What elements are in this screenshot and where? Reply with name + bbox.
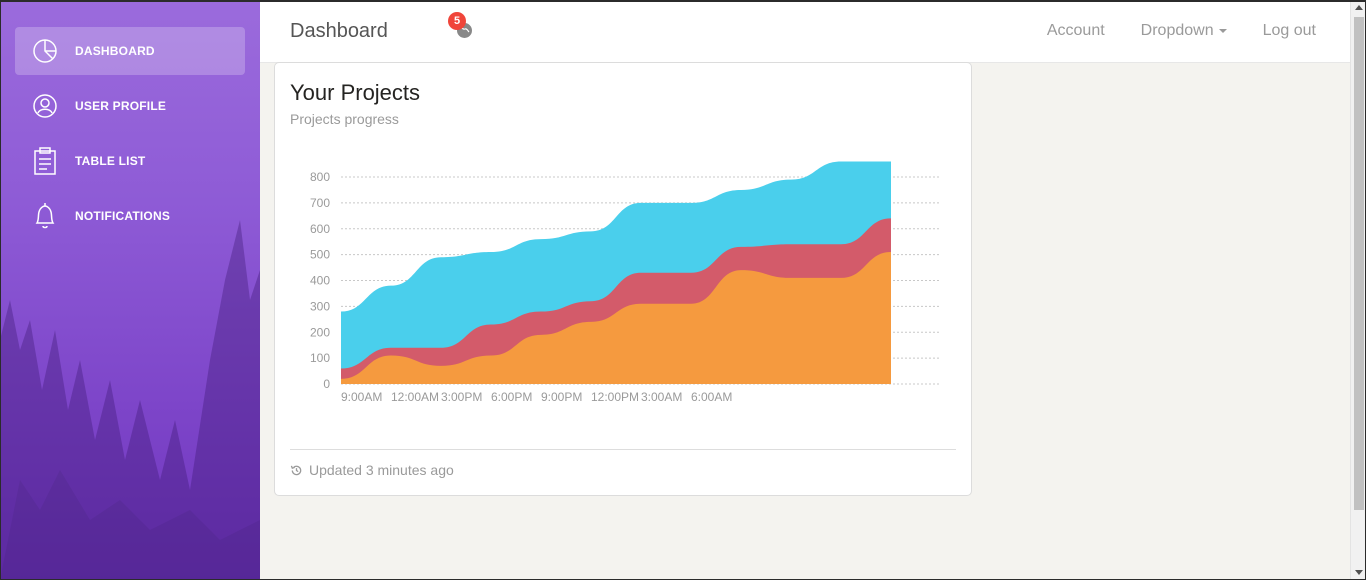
history-icon [290, 465, 302, 475]
sidebar-item-notifications[interactable]: NOTIFICATIONS [15, 192, 245, 240]
card-title: Your Projects [290, 80, 421, 105]
dropdown-toggle[interactable]: Dropdown [1141, 22, 1227, 40]
scroll-thumb[interactable] [1354, 17, 1364, 510]
y-tick-label: 100 [310, 351, 330, 365]
caret-down-icon [1218, 28, 1227, 33]
x-tick-label: 6:00AM [691, 390, 732, 404]
sidebar-item-table-list[interactable]: TABLE LIST [15, 137, 245, 185]
bell-icon [31, 202, 59, 230]
x-tick-label: 9:00AM [341, 390, 382, 404]
user-icon [31, 92, 59, 120]
sidebar-item-user-profile[interactable]: USER PROFILE [15, 82, 245, 130]
card-subtitle: Projects progress [290, 111, 399, 127]
card-footer: Updated 3 minutes ago [290, 449, 956, 478]
y-tick-label: 0 [323, 377, 330, 391]
top-navbar: Dashboard 5 Account Dropdown Log out [260, 0, 1350, 63]
x-tick-label: 9:00PM [541, 390, 582, 404]
account-link[interactable]: Account [1047, 22, 1105, 40]
y-tick-label: 600 [310, 222, 330, 236]
logout-link[interactable]: Log out [1263, 22, 1316, 40]
y-tick-label: 500 [310, 248, 330, 262]
sidebar-item-label: USER PROFILE [75, 99, 167, 113]
x-tick-label: 12:00AM [391, 390, 439, 404]
x-tick-label: 3:00PM [441, 390, 482, 404]
scrollbar[interactable] [1350, 0, 1366, 580]
projects-card: Your Projects Projects progress 0 100 200 3… [274, 62, 972, 496]
update-status: Updated 3 minutes ago [290, 462, 454, 478]
scroll-up-arrow-icon[interactable] [1355, 5, 1363, 10]
scroll-down-arrow-icon[interactable] [1355, 570, 1363, 575]
y-tick-label: 200 [310, 325, 330, 339]
pie-chart-icon [31, 37, 59, 65]
sidebar: DASHBOARD USER PROFILE TABLE LIST NOTIFI… [0, 0, 260, 580]
dropdown-label: Dropdown [1140, 22, 1214, 39]
notification-badge: 5 [448, 12, 466, 30]
x-tick-label: 12:00PM [591, 390, 639, 404]
y-tick-label: 300 [310, 299, 330, 313]
x-tick-label: 6:00PM [491, 390, 532, 404]
sidebar-nav: DASHBOARD USER PROFILE TABLE LIST NOTIFI… [0, 0, 260, 240]
y-tick-label: 800 [310, 170, 330, 184]
sidebar-item-label: DASHBOARD [75, 44, 155, 58]
page-title[interactable]: Dashboard [290, 20, 388, 43]
top-nav-links: Account Dropdown Log out [1047, 22, 1316, 40]
x-tick-label: 3:00AM [641, 390, 682, 404]
sidebar-item-label: NOTIFICATIONS [75, 209, 171, 223]
y-tick-label: 700 [310, 196, 330, 210]
forest-background [0, 220, 260, 580]
sidebar-item-dashboard[interactable]: DASHBOARD [15, 27, 245, 75]
sidebar-item-label: TABLE LIST [75, 154, 146, 168]
y-tick-label: 400 [310, 274, 330, 288]
clipboard-icon [31, 147, 59, 175]
projects-area-chart: 01002003004005006007008009:00AM 12:00AM 3:… [310, 161, 941, 404]
updated-text: Updated 3 minutes ago [309, 462, 454, 478]
